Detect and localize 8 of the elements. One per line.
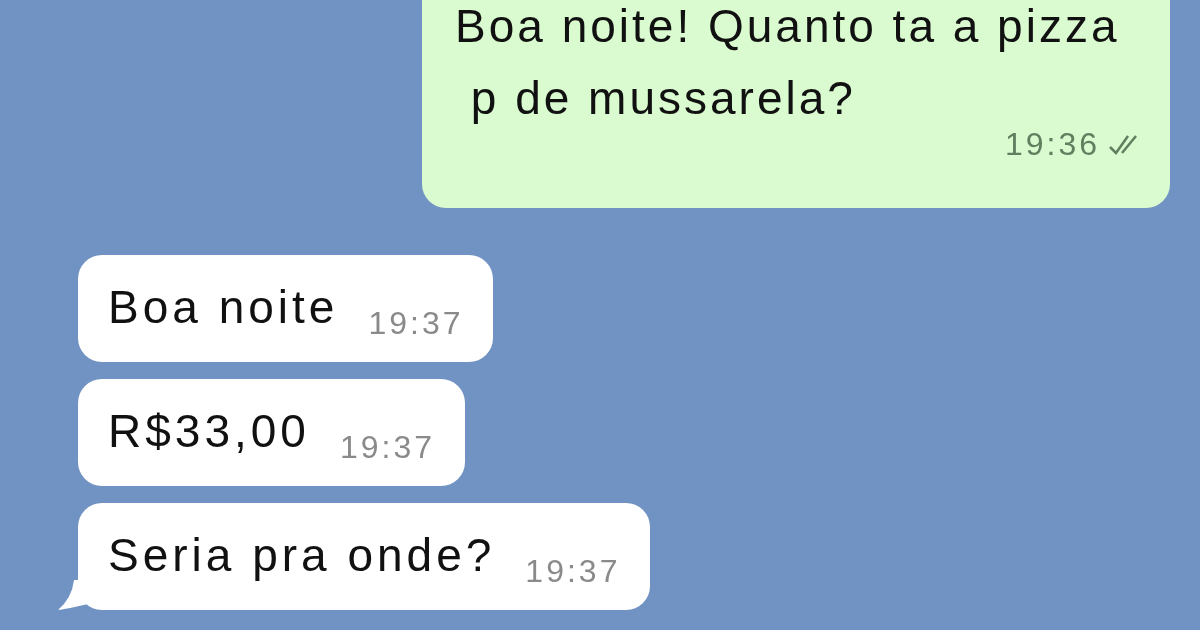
message-time: 19:37 — [368, 305, 464, 342]
message-time: 19:37 — [339, 429, 435, 466]
message-text: Boa noite! Quanto ta a pizza p de mussarela? — [455, 0, 1121, 126]
message-text: R$33,00 — [108, 403, 310, 458]
message-time: 19:36 — [1004, 126, 1100, 163]
message-time: 19:37 — [525, 553, 621, 590]
message-text: Seria pra onde? — [108, 527, 496, 582]
message-text: Boa noite — [108, 279, 339, 334]
